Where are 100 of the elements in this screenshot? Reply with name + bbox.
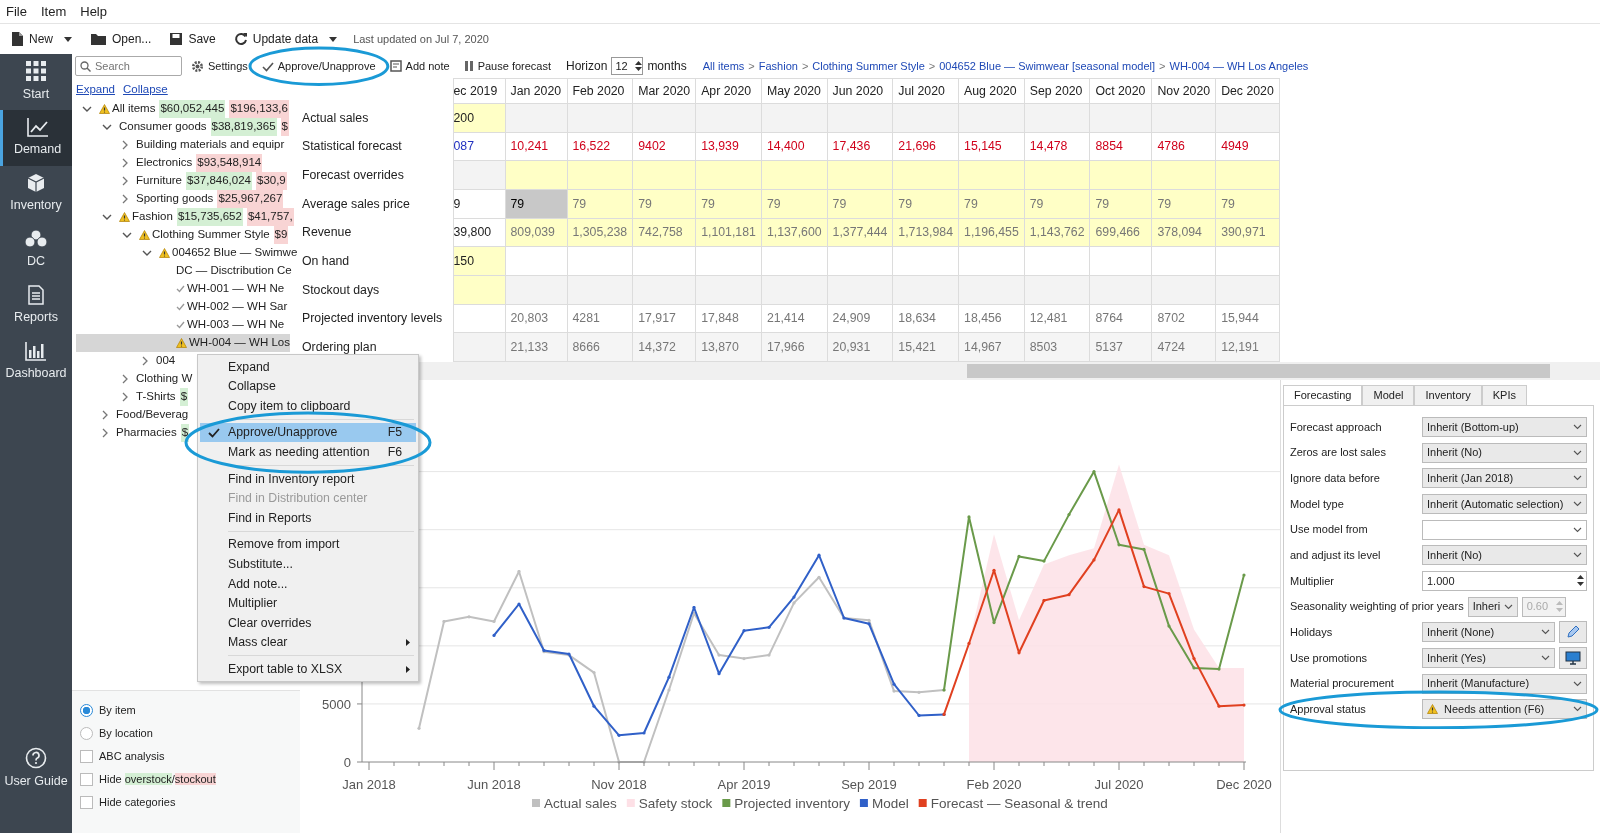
table-cell[interactable]: 4786 (1152, 132, 1216, 161)
table-cell[interactable]: 24,909 (827, 304, 893, 333)
table-cell[interactable]: 16,522 (567, 132, 633, 161)
table-cell[interactable]: 1,101,181 (695, 218, 762, 247)
table-cell[interactable] (1024, 161, 1090, 190)
table-cell[interactable]: 79 (827, 189, 893, 219)
horizon-spinner[interactable]: 12 (611, 57, 644, 75)
dropdown-field[interactable]: Inherit (None) (1422, 622, 1555, 643)
menu-item[interactable]: Item (40, 1, 67, 22)
table-cell[interactable] (632, 161, 696, 190)
dropdown-field[interactable]: Inherit (Yes) (1422, 648, 1555, 669)
table-cell[interactable] (958, 275, 1025, 305)
table-cell[interactable]: 12,191 (1215, 332, 1280, 362)
number-field[interactable]: 1.000 (1422, 570, 1587, 591)
menu-item[interactable]: Find in Inventory report (200, 468, 416, 489)
table-cell[interactable] (827, 246, 893, 276)
table-cell[interactable]: 14,478 (1024, 132, 1090, 161)
table-cell[interactable] (453, 161, 505, 190)
dropdown-field[interactable]: Inheri (1467, 596, 1518, 617)
chevron-right-icon[interactable] (142, 356, 149, 366)
menu-item[interactable]: Mark as needing attention F6 (200, 442, 416, 462)
table-cell[interactable] (695, 103, 762, 133)
table-cell[interactable]: 79 (958, 189, 1025, 219)
table-cell[interactable] (761, 103, 828, 133)
table-cell[interactable] (1215, 161, 1280, 190)
table-cell[interactable] (1024, 246, 1090, 276)
tree-item[interactable]: Building materials and equipr (76, 136, 285, 154)
table-cell[interactable] (567, 161, 633, 190)
table-cell[interactable] (1152, 161, 1216, 190)
table-cell[interactable] (505, 103, 567, 133)
table-cell[interactable]: 79 (1024, 189, 1090, 219)
dropdown-field[interactable]: Inherit (No) (1422, 442, 1587, 463)
table-cell[interactable] (695, 246, 762, 276)
table-cell[interactable]: 79 (1152, 189, 1216, 219)
table-cell[interactable] (632, 275, 696, 305)
table-cell[interactable]: 79 (632, 189, 696, 219)
table-cell[interactable] (567, 103, 633, 133)
table-cell[interactable]: 8764 (1090, 304, 1152, 333)
menu-item[interactable]: Multiplier (200, 593, 416, 614)
table-cell[interactable]: 14,400 (761, 132, 828, 161)
table-cell[interactable] (827, 275, 893, 305)
chevron-right-icon[interactable] (122, 140, 129, 150)
tab[interactable]: Inventory (1414, 385, 1482, 405)
tree-item[interactable]: WH-003 — WH Ne (76, 316, 285, 334)
checkbox[interactable] (80, 750, 93, 763)
tree-link[interactable]: Collapse (123, 81, 168, 99)
table-cell[interactable] (695, 161, 762, 190)
table-cell[interactable]: 21,696 (892, 132, 959, 161)
sidebar-item[interactable]: DC (0, 222, 72, 278)
menu-item[interactable]: Remove from import (200, 534, 416, 555)
tree-link[interactable]: Expand (76, 81, 115, 99)
table-cell[interactable]: 1,137,600 (761, 218, 828, 247)
table-cell[interactable]: 9402 (632, 132, 696, 161)
tab[interactable]: Model (1362, 385, 1415, 405)
table-cell[interactable] (958, 246, 1025, 276)
table-cell[interactable] (761, 246, 828, 276)
table-cell[interactable]: 17,917 (632, 304, 696, 333)
menu-item[interactable]: Help (80, 1, 107, 22)
table-cell[interactable]: 79 (567, 189, 633, 219)
chevron-right-icon[interactable] (102, 410, 109, 420)
sidebar-item[interactable]: User Guide (0, 741, 72, 797)
radio-button[interactable] (80, 704, 93, 717)
table-cell[interactable]: 10,241 (505, 132, 567, 161)
table-cell[interactable]: 390,971 (1215, 218, 1280, 247)
breadcrumb-link[interactable]: All items (702, 57, 745, 75)
table-cell[interactable] (632, 103, 696, 133)
table-cell[interactable]: 15,145 (958, 132, 1025, 161)
table-cell[interactable] (827, 103, 893, 133)
tree-item[interactable]: Consumer goods $38,819,365 $ (76, 118, 289, 136)
table-cell[interactable] (505, 275, 567, 305)
sidebar-item[interactable]: Reports (0, 278, 72, 334)
table-cell[interactable] (892, 246, 959, 276)
sidebar-item[interactable]: Dashboard (0, 334, 72, 390)
menu-item[interactable]: Add note... (200, 573, 416, 594)
table-cell[interactable]: 742,758 (632, 218, 696, 247)
table-cell[interactable]: 699,466 (1090, 218, 1152, 247)
table-cell[interactable] (567, 246, 633, 276)
table-cell[interactable]: 18,456 (958, 304, 1025, 333)
tree-item[interactable]: Electronics $93,548,914 (76, 154, 263, 172)
dropdown-field[interactable]: Inherit (Bottom-up) (1422, 416, 1587, 437)
table-cell[interactable]: 20,931 (827, 332, 893, 362)
tab[interactable]: Forecasting (1283, 385, 1363, 405)
table-cell[interactable] (1090, 161, 1152, 190)
dropdown-field[interactable]: Inherit (Jan 2018) (1422, 468, 1587, 489)
table-cell[interactable]: 20,803 (505, 304, 567, 333)
tree-item[interactable]: Food/Beverag (76, 406, 189, 424)
tab[interactable]: KPIs (1481, 385, 1527, 405)
table-cell[interactable]: 39,800 (453, 218, 505, 247)
menu-item[interactable]: Copy item to clipboard (200, 396, 416, 416)
chevron-right-icon[interactable] (122, 194, 129, 204)
table-cell[interactable]: 79 (761, 189, 828, 219)
chevron-down-icon[interactable] (82, 105, 92, 113)
table-cell[interactable] (567, 275, 633, 305)
table-cell[interactable]: 1,196,455 (958, 218, 1025, 247)
table-cell[interactable]: 1,305,238 (567, 218, 633, 247)
toolbar-button[interactable]: Open... (84, 28, 158, 50)
menu-item[interactable]: Substitute... (200, 554, 416, 574)
chevron-down-icon[interactable] (102, 123, 112, 131)
table-cell[interactable] (695, 275, 762, 305)
display-button[interactable] (1559, 647, 1587, 670)
